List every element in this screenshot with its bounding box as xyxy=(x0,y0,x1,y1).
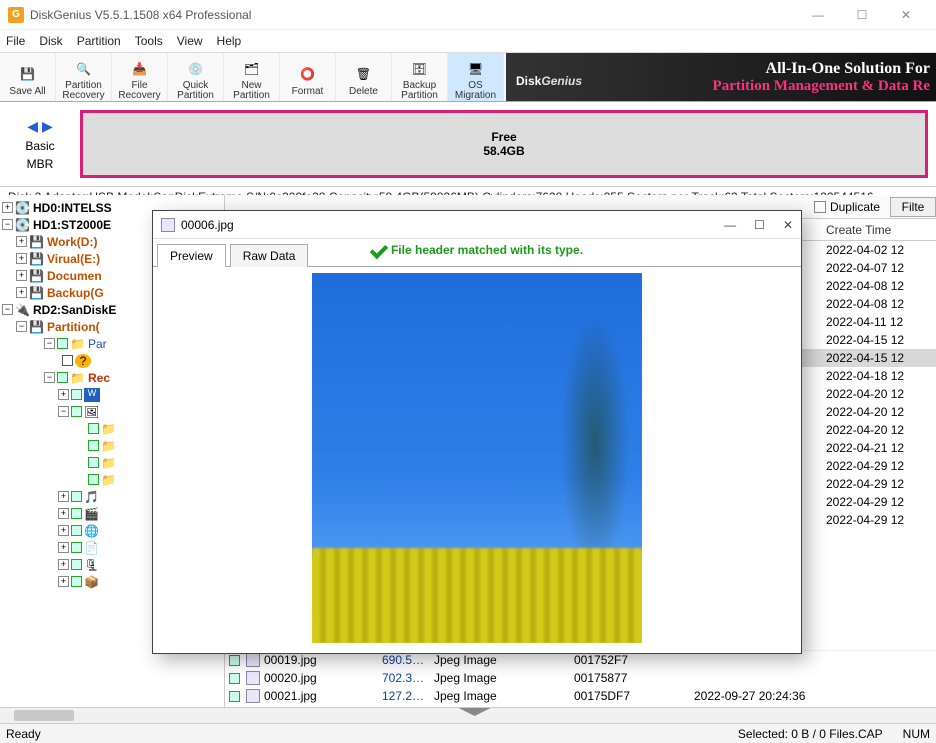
disk-mbr: MBR xyxy=(27,157,54,171)
toolbar-new-partition[interactable]: 🗂NewPartition xyxy=(224,53,280,101)
preview-filename: 00006.jpg xyxy=(181,218,234,232)
preview-image-area xyxy=(153,267,801,653)
menu-view[interactable]: View xyxy=(177,34,203,48)
disk-icon: 💿 xyxy=(184,57,208,80)
maximize-button[interactable]: ☐ xyxy=(840,1,884,29)
toolbar-format[interactable]: ⭕Format xyxy=(280,53,336,101)
layers-icon: 🗂 xyxy=(240,57,264,80)
preview-close-button[interactable]: ✕ xyxy=(783,218,793,232)
toolbar-save-all[interactable]: 💾Save All xyxy=(0,53,56,101)
disk-icon: 💽 xyxy=(15,218,31,232)
menubar: File Disk Partition Tools View Help xyxy=(0,30,936,52)
toolbar: 💾Save All 🔍PartitionRecovery 📥FileRecove… xyxy=(0,52,936,102)
backup-icon: 🗄 xyxy=(408,57,432,80)
toolbar-partition-recovery[interactable]: 🔍PartitionRecovery xyxy=(56,53,112,101)
toolbar-quick-partition[interactable]: 💿QuickPartition xyxy=(168,53,224,101)
menu-partition[interactable]: Partition xyxy=(77,34,121,48)
app-icon: G xyxy=(8,7,24,23)
drag-handle-icon[interactable] xyxy=(459,708,491,716)
usb-icon: 🔌 xyxy=(15,303,31,317)
brand-banner: DiskGenius All-In-One Solution For Parti… xyxy=(506,53,936,101)
tab-preview[interactable]: Preview xyxy=(157,244,226,267)
save-icon: 💾 xyxy=(16,62,40,86)
filter-button[interactable]: Filte xyxy=(890,197,936,217)
toolbar-delete[interactable]: 🗑Delete xyxy=(336,53,392,101)
list-item[interactable]: 00021.jpg127.2…Jpeg Image00175DF72022-09… xyxy=(225,687,936,705)
preview-status-message: File header matched with its type. xyxy=(371,243,583,257)
preview-window: 00006.jpg — ☐ ✕ Preview Raw Data File he… xyxy=(152,210,802,654)
recover-icon: 📥 xyxy=(128,57,152,80)
search-icon: 🔍 xyxy=(72,57,96,80)
collapse-toggle[interactable]: − xyxy=(2,219,13,230)
status-cap: CAP xyxy=(858,727,883,741)
nav-arrows[interactable]: ◀ ▶ xyxy=(27,118,52,135)
tab-raw-data[interactable]: Raw Data xyxy=(230,244,309,267)
menu-tools[interactable]: Tools xyxy=(135,34,163,48)
file-icon xyxy=(161,218,175,232)
toolbar-backup-partition[interactable]: 🗄BackupPartition xyxy=(392,53,448,101)
migration-icon: 🖥 xyxy=(464,57,488,80)
check-icon xyxy=(370,241,388,259)
collapse-toggle[interactable]: − xyxy=(2,304,13,315)
format-icon: ⭕ xyxy=(296,62,320,86)
disk-map-area: ◀ ▶ Basic MBR Free 58.4GB xyxy=(0,102,936,187)
minimize-button[interactable]: — xyxy=(796,1,840,29)
preview-minimize-button[interactable]: — xyxy=(724,218,736,232)
status-ready: Ready xyxy=(6,727,41,741)
status-selected: Selected: 0 B / 0 Files. xyxy=(738,727,858,741)
col-create-time[interactable]: Create Time xyxy=(826,223,936,237)
list-item[interactable]: 00020.jpg702.3…Jpeg Image00175877 xyxy=(225,669,936,687)
toolbar-os-migration[interactable]: 🖥OS Migration xyxy=(448,53,504,101)
partition-bar-free[interactable]: Free 58.4GB xyxy=(80,110,928,178)
duplicate-checkbox[interactable]: Duplicate xyxy=(814,200,880,214)
preview-image xyxy=(312,273,642,643)
window-titlebar: G DiskGenius V5.5.1.1508 x64 Professiona… xyxy=(0,0,936,30)
menu-disk[interactable]: Disk xyxy=(39,34,62,48)
partition-size: 58.4GB xyxy=(483,144,524,158)
window-title: DiskGenius V5.5.1.1508 x64 Professional xyxy=(30,8,251,22)
partition-name: Free xyxy=(491,130,516,144)
status-num: NUM xyxy=(903,727,930,741)
statusbar: Ready Selected: 0 B / 0 Files. CAP NUM xyxy=(0,723,936,743)
disk-type: Basic xyxy=(25,139,54,153)
horizontal-scrollbar[interactable] xyxy=(0,707,936,723)
menu-help[interactable]: Help xyxy=(217,34,242,48)
disk-icon: 💽 xyxy=(15,201,31,215)
menu-file[interactable]: File xyxy=(6,34,25,48)
preview-maximize-button[interactable]: ☐ xyxy=(754,218,765,232)
delete-icon: 🗑 xyxy=(352,62,376,86)
preview-titlebar[interactable]: 00006.jpg — ☐ ✕ xyxy=(153,211,801,239)
close-button[interactable]: ✕ xyxy=(884,1,928,29)
expand-toggle[interactable]: + xyxy=(2,202,13,213)
toolbar-file-recovery[interactable]: 📥FileRecovery xyxy=(112,53,168,101)
